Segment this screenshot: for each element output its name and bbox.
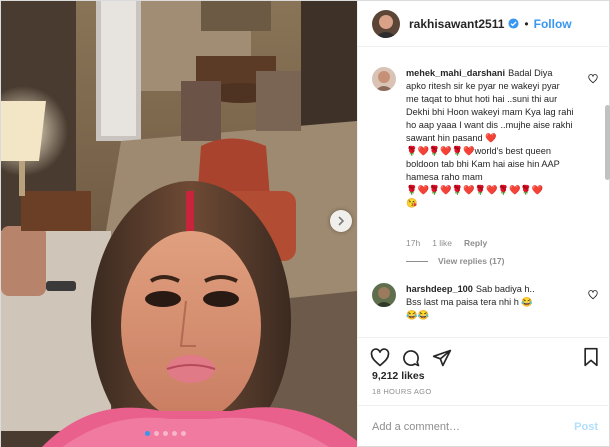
carousel-dot <box>181 431 186 436</box>
likes-count[interactable]: 9,212 likes <box>372 370 425 382</box>
commenter-avatar[interactable] <box>372 283 396 307</box>
divider <box>406 260 428 262</box>
comment-time: 17h <box>406 238 421 248</box>
bookmark-icon[interactable] <box>582 347 600 372</box>
post-photo[interactable] <box>1 1 357 447</box>
comment-likes[interactable]: 1 like <box>432 238 452 248</box>
post-timestamp[interactable]: 18 HOURS AGO <box>372 387 431 396</box>
post-sidebar: rakhisawant2511 • Follow mehek_mahi_dars… <box>357 1 610 447</box>
instagram-post: rakhisawant2511 • Follow mehek_mahi_dars… <box>0 0 610 447</box>
header-separator: • <box>524 16 529 31</box>
verified-badge-icon <box>508 18 519 29</box>
comments-list[interactable]: mehek_mahi_darshani Badal Diya apko rites… <box>358 47 610 337</box>
comment-username[interactable]: mehek_mahi_darshani <box>406 68 505 78</box>
comment-bubble-icon[interactable] <box>401 348 421 368</box>
carousel-dot <box>145 431 150 436</box>
post-header: rakhisawant2511 • Follow <box>358 1 610 47</box>
comment-body: harshdeep_100 Sab badiya h.. Bss last ma … <box>406 283 574 322</box>
post-comment-button[interactable]: Post <box>574 421 598 433</box>
carousel-next-button[interactable] <box>330 210 352 232</box>
add-comment-input[interactable] <box>372 421 575 433</box>
commenter-avatar[interactable] <box>372 67 396 91</box>
carousel-dots <box>145 431 186 436</box>
carousel-dot <box>163 431 168 436</box>
selfie-image <box>1 1 357 447</box>
comment-meta: 17h 1 like Reply <box>406 238 487 248</box>
comment-username[interactable]: harshdeep_100 <box>406 284 473 294</box>
author-username[interactable]: rakhisawant2511 <box>409 17 504 31</box>
comments-scrollbar[interactable] <box>605 105 610 180</box>
reply-button[interactable]: Reply <box>464 238 487 248</box>
comment-body: mehek_mahi_darshani Badal Diya apko rites… <box>406 67 574 210</box>
author-avatar[interactable] <box>372 9 400 38</box>
carousel-dot <box>154 431 159 436</box>
add-comment-bar: Post <box>358 405 610 447</box>
carousel-dot <box>172 431 177 436</box>
view-replies-label: View replies (17) <box>438 256 505 266</box>
chevron-right-icon <box>338 216 345 226</box>
like-heart-icon[interactable] <box>370 347 390 368</box>
comment-text: Badal Diya apko ritesh sir ke pyar ne wa… <box>406 68 574 208</box>
comment-item: mehek_mahi_darshani Badal Diya apko rites… <box>372 67 598 287</box>
share-paper-plane-icon[interactable] <box>432 348 452 368</box>
like-comment-heart-icon[interactable] <box>588 71 598 89</box>
view-replies-button[interactable]: View replies (17) <box>406 256 504 266</box>
follow-button[interactable]: Follow <box>534 17 572 31</box>
comment-item: harshdeep_100 Sab badiya h.. Bss last ma … <box>372 283 598 337</box>
like-comment-heart-icon[interactable] <box>588 287 598 305</box>
